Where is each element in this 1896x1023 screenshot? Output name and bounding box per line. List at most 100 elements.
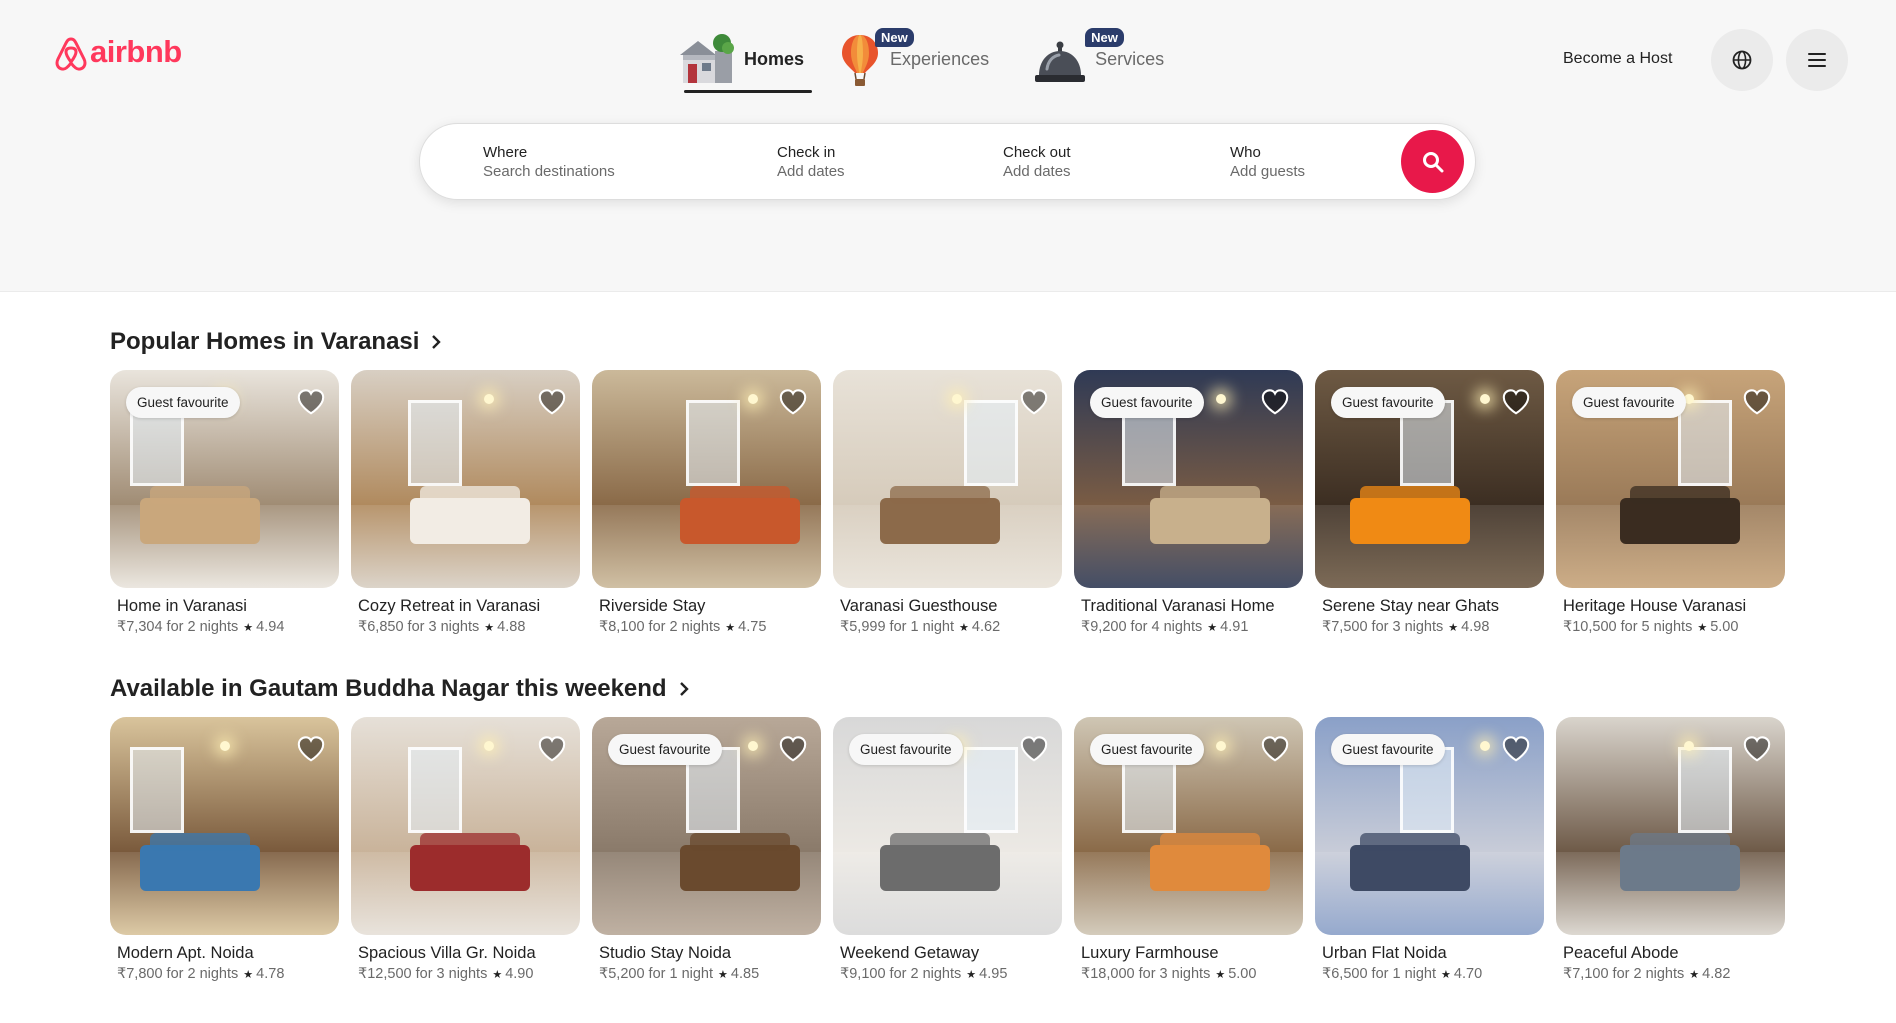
who-placeholder: Add guests xyxy=(1230,163,1306,180)
listing-card[interactable]: Modern Apt. Noida ₹7,800 for 2 nights ★ 4.7… xyxy=(110,717,339,982)
listing-photo[interactable] xyxy=(1556,717,1785,935)
listing-price: ₹5,200 for 1 night xyxy=(599,966,714,982)
listing-title: Luxury Farmhouse xyxy=(1081,944,1219,962)
listing-photo[interactable]: Guest favourite xyxy=(833,717,1062,935)
listing-price: ₹18,000 for 3 nights xyxy=(1081,966,1211,982)
listing-photo[interactable] xyxy=(592,370,821,588)
section-title-gautam-buddha-nagar[interactable]: Available in Gautam Buddha Nagar this we… xyxy=(110,675,689,703)
listing-card[interactable]: Riverside Stay ₹8,100 for 2 nights ★ 4.75 xyxy=(592,370,821,635)
chevron-right-icon xyxy=(432,335,442,349)
section-title-varanasi[interactable]: Popular Homes in Varanasi xyxy=(110,328,442,356)
wishlist-heart-icon[interactable] xyxy=(1260,387,1290,417)
wishlist-heart-icon[interactable] xyxy=(296,734,326,764)
listing-photo[interactable]: Guest favourite xyxy=(1074,717,1303,935)
listing-rating: 4.85 xyxy=(730,966,760,982)
listing-rating: 4.94 xyxy=(256,619,285,635)
listing-title: Spacious Villa Gr. Noida xyxy=(358,944,536,962)
listing-card[interactable]: Guest favourite Home in Varanasi ₹7,304 fo… xyxy=(110,370,339,635)
listing-price: ₹7,800 for 2 nights xyxy=(117,966,239,982)
listing-title: Studio Stay Noida xyxy=(599,944,732,962)
check-out-label: Check out xyxy=(1003,144,1071,161)
wishlist-heart-icon[interactable] xyxy=(537,734,567,764)
wishlist-heart-icon[interactable] xyxy=(1501,387,1531,417)
star-icon: ★ xyxy=(492,969,503,981)
listing-photo[interactable]: Guest favourite xyxy=(1556,370,1785,588)
listing-card[interactable]: Guest favourite Traditional Varanasi Home… xyxy=(1074,370,1303,635)
airbnb-logo[interactable]: airbnb xyxy=(55,34,182,71)
header: airbnb Homes New Experiences New Service… xyxy=(0,0,1896,292)
wishlist-heart-icon[interactable] xyxy=(1742,387,1772,417)
search-check-in-field[interactable]: Check in Add dates xyxy=(777,124,977,201)
menu-icon xyxy=(1808,53,1826,67)
listing-photo[interactable] xyxy=(351,370,580,588)
listing-price: ₹6,850 for 3 nights xyxy=(358,619,480,635)
listing-rating: 4.75 xyxy=(738,619,767,635)
tab-services[interactable]: New Services xyxy=(1033,25,1164,93)
listing-rating: 4.95 xyxy=(979,966,1008,982)
main-menu-button[interactable] xyxy=(1786,29,1848,91)
listing-title: Riverside Stay xyxy=(599,597,706,615)
listing-card[interactable]: Varanasi Guesthouse ₹5,999 for 1 night ★ 4.… xyxy=(833,370,1062,635)
listing-photo[interactable] xyxy=(110,717,339,935)
search-button[interactable] xyxy=(1401,130,1464,193)
section-title-text: Available in Gautam Buddha Nagar this we… xyxy=(110,675,667,702)
listing-photo[interactable]: Guest favourite xyxy=(1074,370,1303,588)
listing-rating: 5.00 xyxy=(1710,619,1739,635)
listing-card[interactable]: Guest favourite Heritage House Varanasi ₹1… xyxy=(1556,370,1785,635)
star-icon: ★ xyxy=(725,622,736,634)
listing-photo[interactable]: Guest favourite xyxy=(1315,717,1544,935)
listing-meta: ₹12,500 for 3 nights ★ 4.90 xyxy=(351,966,580,982)
listing-title: Heritage House Varanasi xyxy=(1563,597,1747,615)
listing-photo[interactable]: Guest favourite xyxy=(592,717,821,935)
wishlist-heart-icon[interactable] xyxy=(537,387,567,417)
guest-favourite-badge: Guest favourite xyxy=(1572,387,1686,418)
listing-price: ₹7,500 for 3 nights xyxy=(1322,619,1444,635)
search-check-out-field[interactable]: Check out Add dates xyxy=(1003,124,1203,201)
wishlist-heart-icon[interactable] xyxy=(1742,734,1772,764)
tab-homes[interactable]: Homes xyxy=(676,25,813,93)
tab-experiences[interactable]: New Experiences xyxy=(838,25,989,93)
listing-rating: 4.82 xyxy=(1702,966,1731,982)
listing-rating: 4.91 xyxy=(1220,619,1249,635)
search-who-field[interactable]: Who Add guests xyxy=(1230,124,1390,201)
listing-price: ₹8,100 for 2 nights xyxy=(599,619,721,635)
listing-meta: ₹5,200 for 1 night ★ 4.85 xyxy=(592,966,821,982)
listing-card[interactable]: Spacious Villa Gr. Noida ₹12,500 for 3 ni… xyxy=(351,717,580,982)
wishlist-heart-icon[interactable] xyxy=(296,387,326,417)
experiences-new-badge: New xyxy=(875,28,914,47)
listing-photo[interactable] xyxy=(833,370,1062,588)
listing-card[interactable]: Guest favourite Urban Flat Noida ₹6,500 fo… xyxy=(1315,717,1544,982)
become-a-host-link[interactable]: Become a Host xyxy=(1563,50,1672,68)
listing-rating: 5.00 xyxy=(1228,966,1257,982)
listing-photo[interactable]: Guest favourite xyxy=(110,370,339,588)
listing-title: Cozy Retreat in Varanasi xyxy=(358,597,541,615)
star-icon: ★ xyxy=(243,622,254,634)
star-icon: ★ xyxy=(1697,622,1708,634)
listing-rating: 4.70 xyxy=(1453,966,1483,982)
wishlist-heart-icon[interactable] xyxy=(778,734,808,764)
listing-meta: ₹10,500 for 5 nights ★ 5.00 xyxy=(1556,619,1785,635)
check-in-placeholder: Add dates xyxy=(777,163,845,180)
listing-price: ₹6,500 for 1 night xyxy=(1322,966,1437,982)
services-new-badge: New xyxy=(1085,28,1124,47)
listing-card[interactable]: Guest favourite Studio Stay Noida ₹5,200 f… xyxy=(592,717,821,982)
globe-icon xyxy=(1732,50,1752,70)
listing-card[interactable]: Cozy Retreat in Varanasi ₹6,850 for 3 nig… xyxy=(351,370,580,635)
wishlist-heart-icon[interactable] xyxy=(1501,734,1531,764)
listing-card[interactable]: Guest favourite Serene Stay near Ghats ₹7,… xyxy=(1315,370,1544,635)
wishlist-heart-icon[interactable] xyxy=(778,387,808,417)
search-where-field[interactable]: Where Search destinations xyxy=(483,124,753,201)
listing-price: ₹10,500 for 5 nights xyxy=(1563,619,1693,635)
wishlist-heart-icon[interactable] xyxy=(1260,734,1290,764)
star-icon: ★ xyxy=(1448,622,1459,634)
language-button[interactable] xyxy=(1711,29,1773,91)
star-icon: ★ xyxy=(966,969,977,981)
listing-card[interactable]: Guest favourite Luxury Farmhouse ₹18,000 f… xyxy=(1074,717,1303,982)
wishlist-heart-icon[interactable] xyxy=(1019,734,1049,764)
listing-card[interactable]: Guest favourite Weekend Getaway ₹9,100 for… xyxy=(833,717,1062,982)
listing-card[interactable]: Peaceful Abode ₹7,100 for 2 nights ★ 4.82 xyxy=(1556,717,1785,982)
check-in-label: Check in xyxy=(777,144,836,161)
listing-photo[interactable] xyxy=(351,717,580,935)
wishlist-heart-icon[interactable] xyxy=(1019,387,1049,417)
listing-photo[interactable]: Guest favourite xyxy=(1315,370,1544,588)
